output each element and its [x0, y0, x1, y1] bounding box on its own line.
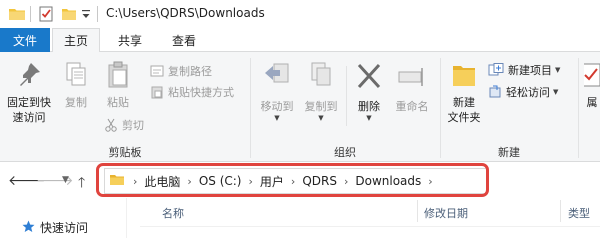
pin-label-line1: 固定到快	[7, 96, 51, 109]
rename-button[interactable]: 重命名	[390, 60, 434, 114]
copy-path-label: 复制路径	[168, 65, 212, 78]
ribbon-tab-row: 文件 主页 共享 查看	[0, 28, 600, 53]
properties-icon	[584, 60, 600, 93]
column-header-line	[140, 226, 600, 227]
address-highlight-box	[96, 163, 489, 197]
tab-file[interactable]: 文件	[0, 28, 50, 52]
star-icon	[22, 220, 35, 236]
copy-icon	[63, 60, 89, 93]
copy-to-dropdown-icon: ▼	[318, 114, 324, 122]
copy-to-button[interactable]: 复制到 ▼	[300, 60, 342, 122]
content-area: 快速访问 名称 修改日期 类型	[0, 198, 600, 238]
nav-item-quick-access[interactable]: 快速访问	[22, 219, 88, 236]
tab-view[interactable]: 查看	[160, 28, 208, 52]
tab-share[interactable]: 共享	[106, 28, 154, 52]
delete-dropdown-icon: ▼	[366, 114, 372, 122]
column-header-modified[interactable]: 修改日期	[424, 205, 468, 221]
easy-access-button[interactable]: 轻松访问 ▼	[488, 83, 558, 101]
group-separator	[440, 58, 441, 158]
group-separator	[578, 58, 579, 158]
new-item-label: 新建项目	[508, 64, 552, 77]
copy-to-label: 复制到	[304, 100, 338, 113]
paste-shortcut-icon	[151, 86, 163, 99]
new-folder-label-line2: 文件夹	[447, 111, 481, 124]
copy-label: 复制	[65, 96, 87, 109]
rename-label: 重命名	[395, 100, 429, 113]
move-to-icon	[262, 60, 292, 97]
column-header-type[interactable]: 类型	[568, 205, 590, 221]
new-folder-large-icon	[450, 60, 478, 93]
move-to-label: 移动到	[260, 100, 294, 113]
column-header-name[interactable]: 名称	[162, 205, 184, 221]
scissors-icon	[105, 118, 117, 132]
properties-button[interactable]: 属	[584, 60, 600, 110]
delete-label: 删除	[358, 100, 380, 113]
customize-dropdown-icon[interactable]	[80, 7, 98, 25]
paste-shortcut-label: 粘贴快捷方式	[168, 86, 234, 99]
folder-icon	[8, 5, 26, 23]
organize-inner-separator	[346, 66, 347, 126]
tab-home[interactable]: 主页	[52, 28, 100, 53]
pane-divider	[126, 198, 127, 238]
clipboard-group-label: 剪贴板	[108, 146, 142, 159]
pin-to-quick-access-button[interactable]: 固定到快 速访问	[4, 60, 54, 125]
title-separator	[97, 6, 98, 22]
copy-to-icon	[306, 60, 336, 97]
new-folder-label-line1: 新建	[453, 96, 475, 109]
copy-path-icon	[150, 65, 164, 77]
pin-label-line2: 速访问	[12, 111, 46, 124]
cut-button[interactable]: 剪切	[104, 116, 144, 134]
quick-access-separator	[30, 6, 31, 22]
new-group-label: 新建	[498, 146, 520, 159]
new-folder-icon[interactable]	[60, 5, 78, 23]
copy-path-button[interactable]: 复制路径	[150, 62, 212, 80]
recent-locations-dropdown-icon[interactable]: ▼	[62, 175, 69, 185]
easy-access-icon	[489, 85, 501, 98]
easy-access-dropdown-icon: ▼	[553, 88, 559, 96]
properties-label: 属	[586, 96, 598, 109]
delete-button[interactable]: 删除 ▼	[352, 60, 386, 122]
properties-check-icon[interactable]	[37, 5, 55, 23]
organize-group-label: 组织	[334, 146, 356, 159]
title-bar: C:\Users\QDRS\Downloads	[0, 0, 600, 28]
ribbon: 固定到快 速访问 复制 粘贴 复制路径 粘贴快捷方式 剪切 剪贴板 移动到 ▼ …	[0, 52, 600, 162]
new-item-button[interactable]: 新建项目 ▼	[488, 61, 560, 79]
paste-label: 粘贴	[107, 96, 129, 109]
column-separator[interactable]	[560, 200, 561, 222]
copy-button[interactable]: 复制	[58, 60, 94, 110]
easy-access-label: 轻松访问	[506, 86, 550, 99]
window-title: C:\Users\QDRS\Downloads	[106, 6, 265, 20]
new-folder-button[interactable]: 新建 文件夹	[442, 60, 486, 125]
paste-shortcut-button[interactable]: 粘贴快捷方式	[150, 83, 234, 101]
new-item-dropdown-icon: ▼	[555, 66, 561, 74]
new-item-icon	[488, 63, 504, 76]
up-arrow-icon[interactable]: 🡑	[78, 172, 85, 196]
nav-item-label: 快速访问	[40, 221, 89, 235]
move-to-button[interactable]: 移动到 ▼	[256, 60, 298, 122]
column-separator[interactable]	[417, 200, 418, 222]
rename-icon	[397, 60, 427, 97]
move-to-dropdown-icon: ▼	[274, 114, 280, 122]
paste-button[interactable]: 粘贴	[100, 60, 136, 110]
group-separator	[250, 58, 251, 158]
delete-x-icon	[354, 60, 384, 97]
address-row: 🡐 🡒 ▼ 🡑 › 此电脑 › OS (C:) › 用户 › QDRS › Do…	[0, 162, 600, 198]
paste-icon	[105, 60, 131, 93]
cut-label: 剪切	[122, 119, 144, 132]
pin-icon	[15, 60, 43, 93]
